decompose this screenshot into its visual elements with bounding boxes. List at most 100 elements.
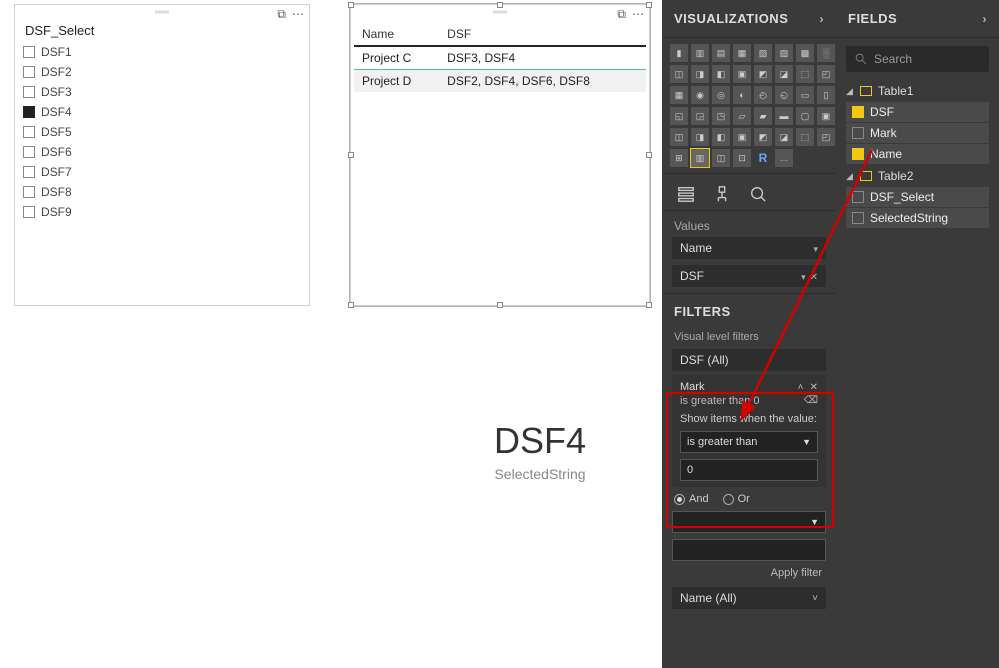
resize-handle[interactable] — [348, 152, 354, 158]
fields-tab-icon[interactable] — [676, 184, 696, 204]
chevron-down-icon[interactable]: ▾ — [801, 272, 806, 282]
filter-value-input-2[interactable] — [672, 539, 826, 561]
viz-type-icon[interactable]: ◴ — [754, 86, 772, 104]
viz-type-icon[interactable]: ▮ — [670, 44, 688, 62]
viz-type-icon[interactable]: ◧ — [712, 65, 730, 83]
card-visual[interactable]: DSF4 SelectedString — [400, 420, 680, 482]
viz-type-icon[interactable]: ▤ — [712, 44, 730, 62]
filter-operator-select[interactable]: is greater than ▼ — [680, 431, 818, 453]
viz-type-icon[interactable]: ⊡ — [733, 149, 751, 167]
viz-type-icon[interactable]: ▢ — [796, 107, 814, 125]
field-row[interactable]: Name — [846, 144, 989, 165]
checkbox-icon[interactable] — [23, 106, 35, 118]
filter-value-input[interactable]: 0 — [680, 459, 818, 481]
close-icon[interactable]: ✕ — [810, 382, 818, 393]
chevron-right-icon[interactable]: › — [820, 12, 825, 26]
slicer-item[interactable]: DSF2 — [23, 62, 301, 82]
viz-type-icon[interactable]: ⊞ — [670, 149, 688, 167]
drag-handle-icon[interactable]: ══ — [493, 7, 507, 18]
field-checkbox[interactable] — [852, 148, 864, 160]
fields-table-node[interactable]: ◢Table2 — [836, 165, 999, 187]
checkbox-icon[interactable] — [23, 46, 35, 58]
viz-type-icon[interactable]: ▦ — [670, 86, 688, 104]
fields-search[interactable]: Search — [846, 46, 989, 72]
viz-type-icon[interactable]: ▩ — [796, 44, 814, 62]
checkbox-icon[interactable] — [23, 166, 35, 178]
resize-handle[interactable] — [348, 302, 354, 308]
viz-type-icon[interactable]: ▨ — [775, 44, 793, 62]
field-row[interactable]: DSF — [846, 102, 989, 123]
viz-type-icon[interactable]: ▣ — [817, 107, 835, 125]
resize-handle[interactable] — [348, 2, 354, 8]
field-checkbox[interactable] — [852, 191, 864, 203]
table-row[interactable]: Project CDSF3, DSF4 — [354, 46, 646, 70]
filters-header[interactable]: FILTERS — [662, 293, 836, 327]
viz-type-icon[interactable]: ▥ — [691, 44, 709, 62]
field-well-dsf[interactable]: DSF ▾✕ — [672, 265, 826, 287]
analytics-tab-icon[interactable] — [748, 184, 768, 204]
viz-type-icon[interactable]: ▯ — [817, 86, 835, 104]
viz-type-icon[interactable]: ░ — [817, 44, 835, 62]
viz-type-icon[interactable]: ▱ — [733, 107, 751, 125]
viz-type-icon[interactable]: … — [775, 149, 793, 167]
viz-type-icon[interactable]: ▬ — [775, 107, 793, 125]
slicer-visual[interactable]: ══ ⧉ ⋯ DSF_Select DSF1DSF2DSF3DSF4DSF5DS… — [14, 4, 310, 306]
checkbox-icon[interactable] — [23, 186, 35, 198]
viz-type-icon[interactable]: ◰ — [817, 128, 835, 146]
viz-type-icon[interactable]: ⬚ — [796, 65, 814, 83]
slicer-item[interactable]: DSF7 — [23, 162, 301, 182]
viz-type-icon[interactable]: ◪ — [775, 65, 793, 83]
field-checkbox[interactable] — [852, 127, 864, 139]
slicer-item[interactable]: DSF4 — [23, 102, 301, 122]
viz-type-icon[interactable]: ▣ — [733, 128, 751, 146]
viz-type-icon[interactable]: ◫ — [712, 149, 730, 167]
viz-type-icon[interactable]: ◲ — [691, 107, 709, 125]
viz-type-icon[interactable]: ◎ — [712, 86, 730, 104]
fields-header[interactable]: FIELDS › — [836, 0, 999, 38]
resize-handle[interactable] — [646, 302, 652, 308]
focus-mode-icon[interactable]: ⧉ — [617, 7, 626, 22]
slicer-item[interactable]: DSF6 — [23, 142, 301, 162]
resize-handle[interactable] — [497, 2, 503, 8]
radio-or[interactable] — [723, 494, 734, 505]
chevron-up-icon[interactable]: ˄ — [798, 382, 804, 393]
filter-operator-select-2[interactable]: ▼ — [672, 511, 826, 533]
col-header-dsf[interactable]: DSF — [439, 23, 646, 46]
fields-table-node[interactable]: ◢Table1 — [836, 80, 999, 102]
close-icon[interactable]: ✕ — [810, 272, 818, 283]
viz-type-icon[interactable]: ◰ — [817, 65, 835, 83]
viz-type-icon[interactable]: ▰ — [754, 107, 772, 125]
slicer-item[interactable]: DSF8 — [23, 182, 301, 202]
table-visual[interactable]: ══ ⧉ ⋯ Name DSF Project CDSF3, DSF4Proje… — [350, 4, 650, 306]
viz-type-icon[interactable]: ◐ — [733, 86, 751, 104]
viz-type-icon[interactable]: ▭ — [796, 86, 814, 104]
filter-name-all[interactable]: Name (All) ˅ — [672, 587, 826, 609]
expand-icon[interactable]: ◢ — [846, 171, 854, 182]
more-icon[interactable]: ⋯ — [292, 7, 305, 21]
field-row[interactable]: DSF_Select — [846, 187, 989, 208]
checkbox-icon[interactable] — [23, 86, 35, 98]
slicer-item[interactable]: DSF1 — [23, 42, 301, 62]
viz-type-icon[interactable]: ▣ — [733, 65, 751, 83]
viz-type-icon[interactable]: ◫ — [670, 65, 688, 83]
focus-mode-icon[interactable]: ⧉ — [277, 7, 286, 22]
viz-type-icon[interactable]: ▥ — [691, 149, 709, 167]
viz-type-icon[interactable]: ◨ — [691, 128, 709, 146]
chevron-down-icon[interactable]: ▾ — [813, 244, 818, 254]
viz-type-icon[interactable]: ◱ — [670, 107, 688, 125]
visualizations-header[interactable]: VISUALIZATIONS › — [662, 0, 836, 38]
viz-type-icon[interactable]: ▦ — [733, 44, 751, 62]
format-tab-icon[interactable] — [712, 184, 732, 204]
viz-type-icon[interactable]: ◉ — [691, 86, 709, 104]
expand-icon[interactable]: ◢ — [846, 86, 854, 97]
viz-type-icon[interactable]: ◧ — [712, 128, 730, 146]
checkbox-icon[interactable] — [23, 126, 35, 138]
filter-dsf-all[interactable]: DSF (All) — [672, 349, 826, 371]
field-checkbox[interactable] — [852, 106, 864, 118]
more-icon[interactable]: ⋯ — [632, 7, 645, 21]
slicer-item[interactable]: DSF9 — [23, 202, 301, 222]
viz-type-icon[interactable]: ◳ — [712, 107, 730, 125]
table-row[interactable]: Project DDSF2, DSF4, DSF6, DSF8 — [354, 70, 646, 93]
field-row[interactable]: Mark — [846, 123, 989, 144]
eraser-icon[interactable]: ⌫ — [804, 395, 818, 407]
